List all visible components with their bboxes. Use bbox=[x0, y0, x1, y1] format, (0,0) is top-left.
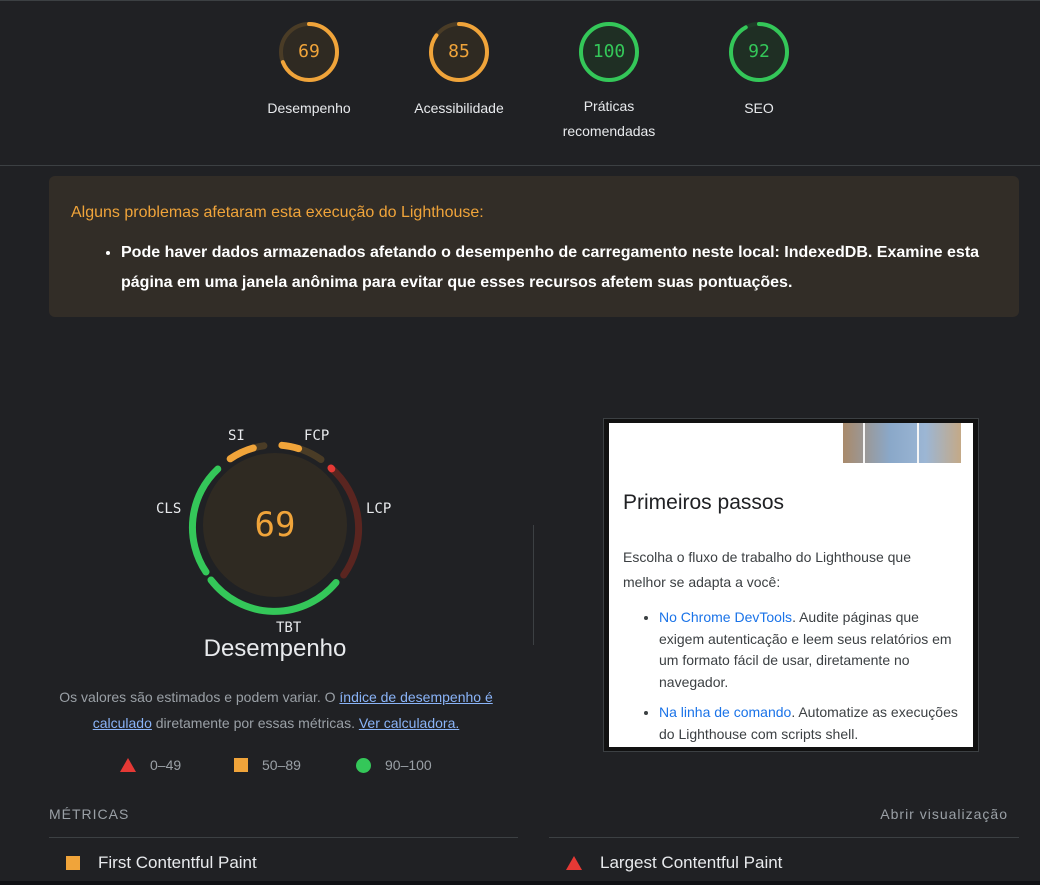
metric-tag-tbt: TBT bbox=[276, 620, 302, 636]
gauge-ring: 69 bbox=[277, 20, 341, 84]
legend-label: 0–49 bbox=[150, 757, 182, 773]
gauge-label: Práticas recomendadas bbox=[562, 98, 656, 139]
legend-average: 50–89 bbox=[234, 757, 301, 773]
metric-largest-contentful-paint[interactable]: Largest Contentful Paint bbox=[566, 853, 782, 873]
gauge-score: 69 bbox=[298, 41, 320, 62]
screenshot-photo bbox=[843, 423, 961, 463]
warning-title: Alguns problemas afetaram esta execução … bbox=[71, 204, 484, 221]
performance-title: Desempenho bbox=[203, 635, 347, 662]
legend-fail: 0–49 bbox=[120, 757, 181, 773]
photo-detail bbox=[917, 423, 919, 463]
performance-description: Os valores são estimados e podem variar.… bbox=[40, 684, 512, 736]
category-scores-header: 69 Desempenho 85 Acessibilidade 100 Prát… bbox=[0, 0, 1040, 166]
screenshot-heading: Primeiros passos bbox=[623, 491, 785, 514]
screenshot-link: Na linha de comando bbox=[659, 704, 792, 720]
performance-gauge: SI FCP LCP TBT CLS 69 bbox=[150, 420, 400, 636]
warning-list: Pode haver dados armazenados afetando o … bbox=[71, 238, 997, 298]
screenshot-intro: Escolha o fluxo de trabalho do Lighthous… bbox=[623, 549, 911, 590]
legend-pass: 90–100 bbox=[356, 757, 432, 773]
gauge-ring: 92 bbox=[727, 20, 791, 84]
vertical-divider bbox=[533, 525, 534, 645]
screenshot-list: No Chrome DevTools. Audite páginas que e… bbox=[623, 607, 959, 747]
metrics-divider-left bbox=[49, 837, 518, 838]
gauge-ring: 100 bbox=[577, 20, 641, 84]
metric-name: Largest Contentful Paint bbox=[600, 853, 783, 872]
gauge-label: Desempenho bbox=[267, 100, 351, 116]
metrics-divider-right bbox=[549, 837, 1019, 838]
metric-first-contentful-paint[interactable]: First Contentful Paint bbox=[66, 853, 257, 873]
description-text: Os valores são estimados e podem variar.… bbox=[59, 689, 340, 705]
screenshot-list-item: Na linha de comando. Automatize as execu… bbox=[659, 702, 959, 745]
bottom-edge bbox=[0, 881, 1040, 885]
metric-tag-fcp: FCP bbox=[304, 428, 330, 444]
calculator-link[interactable]: Ver calculadora. bbox=[359, 715, 459, 731]
description-text: diretamente por essas métricas. bbox=[151, 715, 359, 731]
gauge-praticas-recomendadas[interactable]: 100 Práticas recomendadas bbox=[534, 20, 684, 144]
legend-label: 50–89 bbox=[262, 757, 301, 773]
fcp-segment-fill bbox=[278, 441, 303, 453]
gauge-seo[interactable]: 92 SEO bbox=[684, 20, 834, 121]
warning-item: Pode haver dados armazenados afetando o … bbox=[121, 238, 997, 298]
square-icon bbox=[66, 856, 80, 870]
lcp-segment-fill bbox=[327, 464, 336, 473]
screenshot-link: No Chrome DevTools bbox=[659, 609, 793, 625]
performance-score: 69 bbox=[254, 505, 296, 545]
open-view-toggle[interactable]: Abrir visualização bbox=[880, 806, 1008, 822]
gauge-score: 85 bbox=[448, 41, 470, 62]
gauge-score: 92 bbox=[748, 41, 770, 62]
square-icon bbox=[234, 758, 248, 772]
screenshot-list-item: No Chrome DevTools. Audite páginas que e… bbox=[659, 607, 959, 693]
metrics-section-title: MÉTRICAS bbox=[49, 806, 130, 822]
triangle-icon bbox=[566, 856, 582, 870]
gauge-acessibilidade[interactable]: 85 Acessibilidade bbox=[384, 20, 534, 121]
gauge-label: Acessibilidade bbox=[414, 100, 504, 116]
gauge-label: SEO bbox=[744, 100, 774, 116]
gauge-desempenho[interactable]: 69 Desempenho bbox=[234, 20, 384, 121]
triangle-icon bbox=[120, 758, 136, 772]
circle-icon bbox=[356, 757, 371, 773]
legend-label: 90–100 bbox=[385, 757, 432, 773]
runtime-warning-box: Alguns problemas afetaram esta execução … bbox=[49, 176, 1019, 317]
photo-detail bbox=[863, 423, 865, 463]
metric-tag-cls: CLS bbox=[156, 501, 182, 517]
gauge-ring: 85 bbox=[427, 20, 491, 84]
metric-tag-si: SI bbox=[228, 428, 245, 444]
metric-tag-lcp: LCP bbox=[366, 501, 392, 517]
si-segment-fill bbox=[226, 444, 257, 463]
gauge-score: 100 bbox=[592, 41, 626, 62]
final-screenshot[interactable]: Primeiros passos Escolha o fluxo de trab… bbox=[609, 423, 973, 747]
metric-name: First Contentful Paint bbox=[98, 853, 257, 872]
